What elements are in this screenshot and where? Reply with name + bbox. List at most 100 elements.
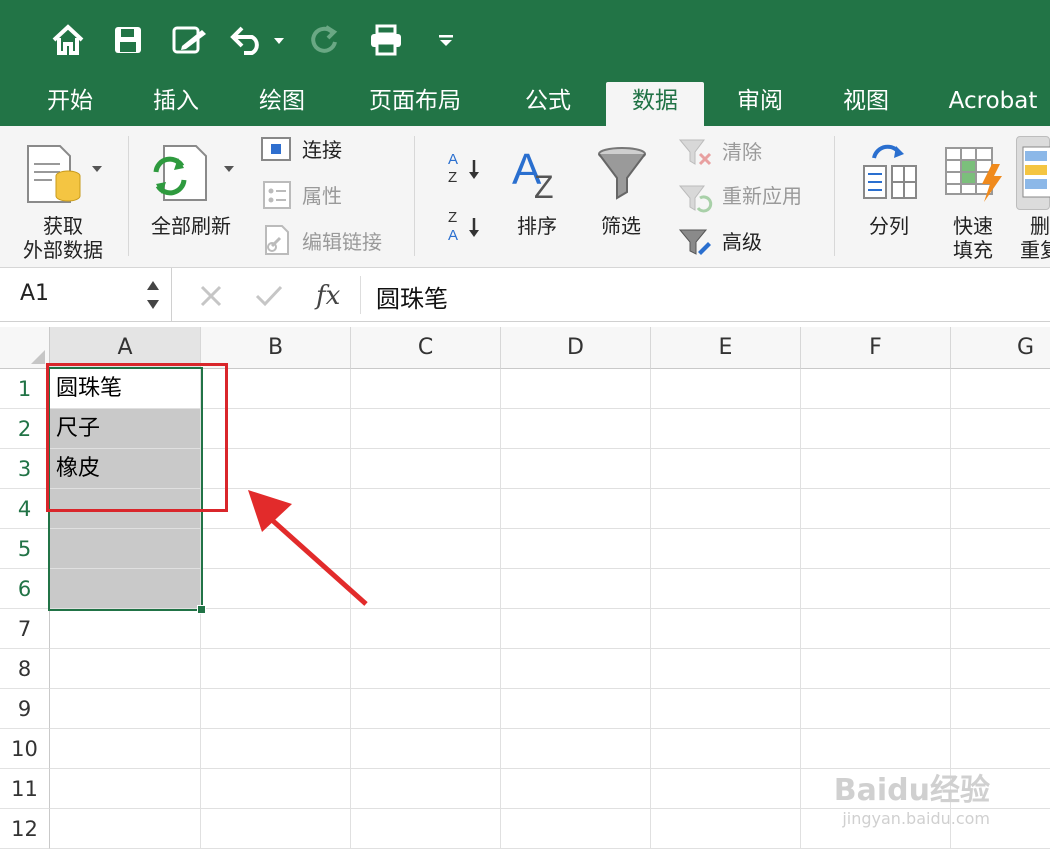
empty-cell[interactable] bbox=[651, 569, 801, 609]
tab-home[interactable]: 开始 bbox=[30, 78, 110, 126]
home-button[interactable] bbox=[48, 20, 88, 60]
refresh-all-button[interactable] bbox=[148, 142, 240, 206]
empty-cell[interactable] bbox=[801, 449, 951, 489]
column-header[interactable]: E bbox=[651, 327, 801, 369]
empty-cell[interactable] bbox=[501, 609, 651, 649]
empty-cell[interactable] bbox=[351, 409, 501, 449]
row-header[interactable]: 8 bbox=[0, 649, 50, 689]
empty-cell[interactable] bbox=[501, 369, 651, 409]
empty-cell[interactable] bbox=[951, 449, 1050, 489]
empty-cell[interactable] bbox=[50, 769, 201, 809]
row-header[interactable]: 2 bbox=[0, 409, 50, 449]
tab-insert[interactable]: 插入 bbox=[136, 78, 216, 126]
empty-cell[interactable] bbox=[651, 409, 801, 449]
empty-cell[interactable] bbox=[351, 529, 501, 569]
cancel-icon[interactable] bbox=[198, 283, 224, 309]
connections-button[interactable]: 连接 bbox=[302, 138, 342, 162]
clear-button[interactable]: 清除 bbox=[722, 140, 762, 164]
empty-cell[interactable] bbox=[201, 769, 351, 809]
empty-cell[interactable] bbox=[951, 489, 1050, 529]
empty-cell[interactable] bbox=[651, 489, 801, 529]
empty-cell[interactable] bbox=[951, 609, 1050, 649]
row-header[interactable]: 3 bbox=[0, 449, 50, 489]
empty-cell[interactable] bbox=[651, 529, 801, 569]
customize-toolbar-button[interactable] bbox=[434, 20, 458, 60]
formula-input[interactable]: 圆珠笔 bbox=[376, 279, 448, 314]
sort-ascending-button[interactable]: AZ bbox=[446, 148, 486, 188]
empty-cell[interactable] bbox=[201, 809, 351, 849]
tab-formulas[interactable]: 公式 bbox=[508, 78, 588, 126]
empty-cell[interactable] bbox=[351, 769, 501, 809]
empty-cell[interactable] bbox=[651, 649, 801, 689]
empty-cell[interactable] bbox=[951, 569, 1050, 609]
save-button[interactable] bbox=[110, 20, 146, 60]
empty-cell[interactable] bbox=[501, 449, 651, 489]
remove-duplicates-button[interactable] bbox=[1016, 136, 1050, 210]
empty-cell[interactable] bbox=[351, 809, 501, 849]
empty-cell[interactable] bbox=[351, 489, 501, 529]
print-button[interactable] bbox=[368, 20, 404, 60]
empty-cell[interactable] bbox=[651, 689, 801, 729]
row-header[interactable]: 7 bbox=[0, 609, 50, 649]
empty-cell[interactable] bbox=[501, 409, 651, 449]
reapply-button[interactable]: 重新应用 bbox=[722, 184, 802, 208]
empty-cell[interactable] bbox=[351, 649, 501, 689]
sort-descending-button[interactable]: ZA bbox=[446, 206, 486, 246]
row-header[interactable]: 6 bbox=[0, 569, 50, 609]
insert-function-icon[interactable]: fx bbox=[314, 278, 350, 312]
empty-cell[interactable] bbox=[351, 569, 501, 609]
column-header[interactable]: D bbox=[501, 327, 651, 369]
tab-page-layout[interactable]: 页面布局 bbox=[350, 78, 480, 126]
empty-cell[interactable] bbox=[651, 609, 801, 649]
empty-cell[interactable] bbox=[351, 689, 501, 729]
empty-cell[interactable] bbox=[201, 649, 351, 689]
flash-fill-button[interactable] bbox=[942, 144, 1006, 204]
tab-data[interactable]: 数据 bbox=[606, 82, 704, 126]
empty-cell[interactable] bbox=[801, 689, 951, 729]
empty-cell[interactable] bbox=[201, 729, 351, 769]
redo-button[interactable] bbox=[306, 20, 342, 60]
get-external-data-button[interactable] bbox=[22, 142, 112, 206]
empty-cell[interactable] bbox=[951, 689, 1050, 729]
empty-cell[interactable] bbox=[501, 769, 651, 809]
empty-cell[interactable] bbox=[651, 729, 801, 769]
empty-cell[interactable] bbox=[50, 609, 201, 649]
empty-cell[interactable] bbox=[351, 729, 501, 769]
empty-cell[interactable] bbox=[801, 369, 951, 409]
select-all-button[interactable] bbox=[0, 327, 50, 369]
row-header[interactable]: 9 bbox=[0, 689, 50, 729]
confirm-icon[interactable] bbox=[254, 283, 284, 309]
text-to-columns-button[interactable] bbox=[860, 144, 920, 202]
properties-button[interactable]: 属性 bbox=[302, 184, 342, 208]
empty-cell[interactable] bbox=[651, 449, 801, 489]
edit-links-button[interactable]: 编辑链接 bbox=[302, 230, 382, 254]
tab-review[interactable]: 审阅 bbox=[720, 78, 800, 126]
empty-cell[interactable] bbox=[801, 409, 951, 449]
empty-cell[interactable] bbox=[50, 649, 201, 689]
empty-cell[interactable] bbox=[501, 809, 651, 849]
sort-button[interactable]: AZ bbox=[510, 144, 568, 205]
empty-cell[interactable] bbox=[951, 529, 1050, 569]
tab-draw[interactable]: 绘图 bbox=[242, 78, 322, 126]
row-header[interactable]: 5 bbox=[0, 529, 50, 569]
empty-cell[interactable] bbox=[501, 729, 651, 769]
empty-cell[interactable] bbox=[801, 729, 951, 769]
column-header[interactable]: G bbox=[951, 327, 1050, 369]
empty-cell[interactable] bbox=[501, 529, 651, 569]
edit-workbook-button[interactable] bbox=[170, 20, 210, 60]
empty-cell[interactable] bbox=[201, 609, 351, 649]
tab-view[interactable]: 视图 bbox=[826, 78, 906, 126]
empty-cell[interactable] bbox=[50, 689, 201, 729]
empty-cell[interactable] bbox=[801, 609, 951, 649]
empty-cell[interactable] bbox=[801, 569, 951, 609]
empty-cell[interactable] bbox=[351, 449, 501, 489]
empty-cell[interactable] bbox=[651, 809, 801, 849]
row-header[interactable]: 10 bbox=[0, 729, 50, 769]
empty-cell[interactable] bbox=[951, 409, 1050, 449]
empty-cell[interactable] bbox=[501, 489, 651, 529]
empty-cell[interactable] bbox=[351, 609, 501, 649]
empty-cell[interactable] bbox=[801, 489, 951, 529]
row-header[interactable]: 12 bbox=[0, 809, 50, 849]
empty-cell[interactable] bbox=[951, 649, 1050, 689]
empty-cell[interactable] bbox=[501, 569, 651, 609]
